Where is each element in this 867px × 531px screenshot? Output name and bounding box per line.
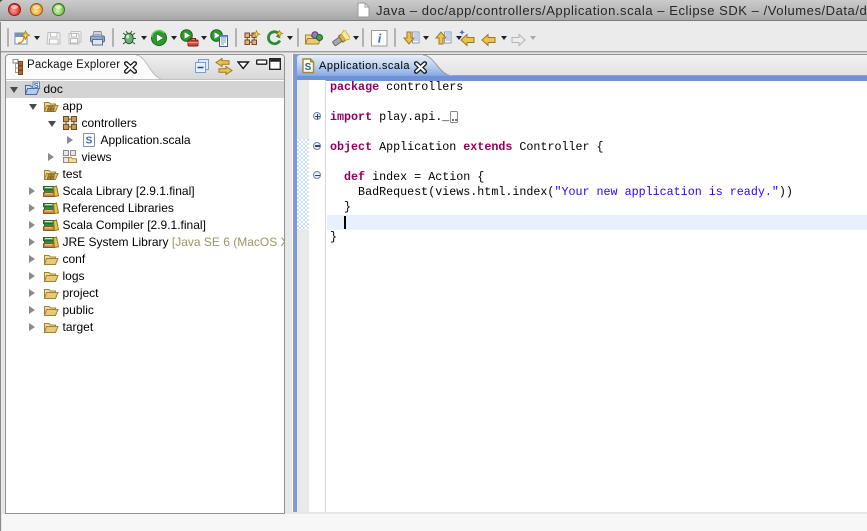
svg-text:S: S	[86, 136, 93, 147]
svg-text:S: S	[34, 81, 39, 90]
svg-text:i: i	[378, 31, 382, 46]
svg-text:S: S	[305, 62, 312, 73]
